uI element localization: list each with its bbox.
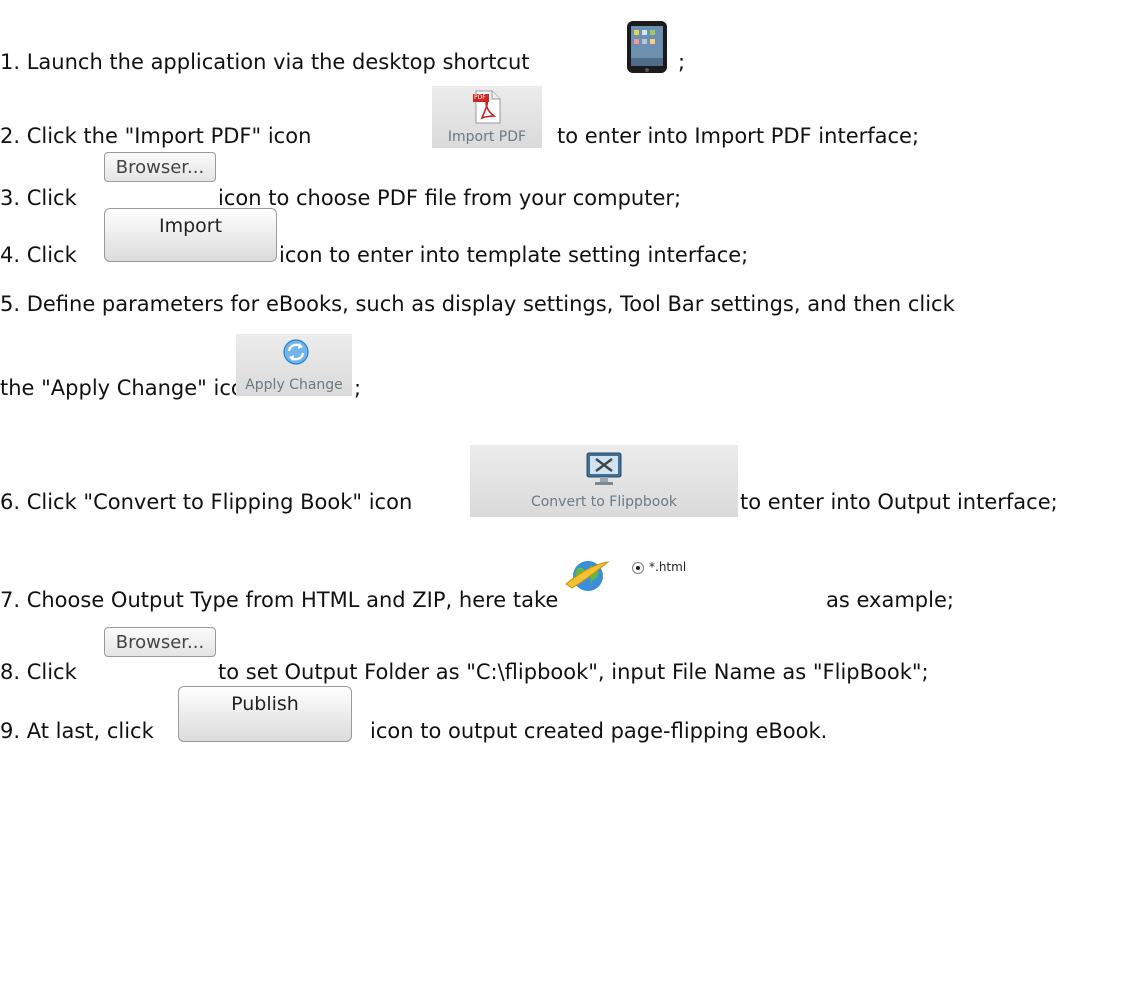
monitor-tools-icon [585,451,623,487]
output-browser-button[interactable]: Browser... [104,627,216,657]
import-button[interactable]: Import [104,208,277,262]
html-option-label: *.html [649,560,687,574]
pdf-badge: PDF [474,94,486,101]
step-5-text-line2: the "Apply Change" icon [0,376,258,400]
import-button-label: Import [158,215,223,237]
step-5-text: 5. Define parameters for eBooks, such as… [0,292,955,316]
step-6-text: 6. Click "Convert to Flipping Book" icon [0,490,413,514]
apply-change-button[interactable]: Apply Change [236,334,352,396]
step-2-text: 2. Click the "Import PDF" icon [0,124,312,148]
step-2-suffix: to enter into Import PDF interface; [557,124,920,148]
apply-change-label: Apply Change [245,377,343,393]
refresh-icon [282,338,310,366]
step-7-text: 7. Choose Output Type from HTML and ZIP,… [0,588,559,612]
import-pdf-button[interactable]: PDF Import PDF [432,86,542,148]
step-3-suffix: icon to choose PDF file from your comput… [218,186,682,210]
convert-to-flippbook-button[interactable]: Convert to Flippbook [470,445,738,517]
radio-selected-icon [632,562,644,574]
tablet-shortcut-icon[interactable] [626,20,668,74]
step-9-suffix: icon to output created page-flipping eBo… [370,719,828,743]
step-4-suffix: icon to enter into template setting inte… [279,243,749,267]
output-browser-button-label: Browser... [115,631,205,653]
publish-button[interactable]: Publish [178,686,352,742]
step-4-text: 4. Click [0,243,77,267]
publish-button-label: Publish [231,693,299,715]
convert-to-flippbook-label: Convert to Flippbook [530,494,678,510]
step-9-text: 9. At last, click [0,719,154,743]
import-pdf-label: Import PDF [447,129,527,145]
browser-button-label: Browser... [115,156,205,178]
step-8-text: 8. Click [0,660,77,684]
step-1-text: 1. Launch the application via the deskto… [0,50,530,74]
step-7-suffix: as example; [826,588,954,612]
step-6-suffix: to enter into Output interface; [740,490,1058,514]
globe-icon [562,556,612,596]
browser-button[interactable]: Browser... [104,152,216,182]
step-1-suffix: ; [678,50,686,74]
pdf-file-icon: PDF [472,90,502,124]
step-3-text: 3. Click [0,186,77,210]
step-5-suffix: ; [354,376,362,400]
step-8-suffix: to set Output Folder as "C:\flipbook", i… [218,660,929,684]
html-radio-option[interactable]: *.html [632,561,712,577]
